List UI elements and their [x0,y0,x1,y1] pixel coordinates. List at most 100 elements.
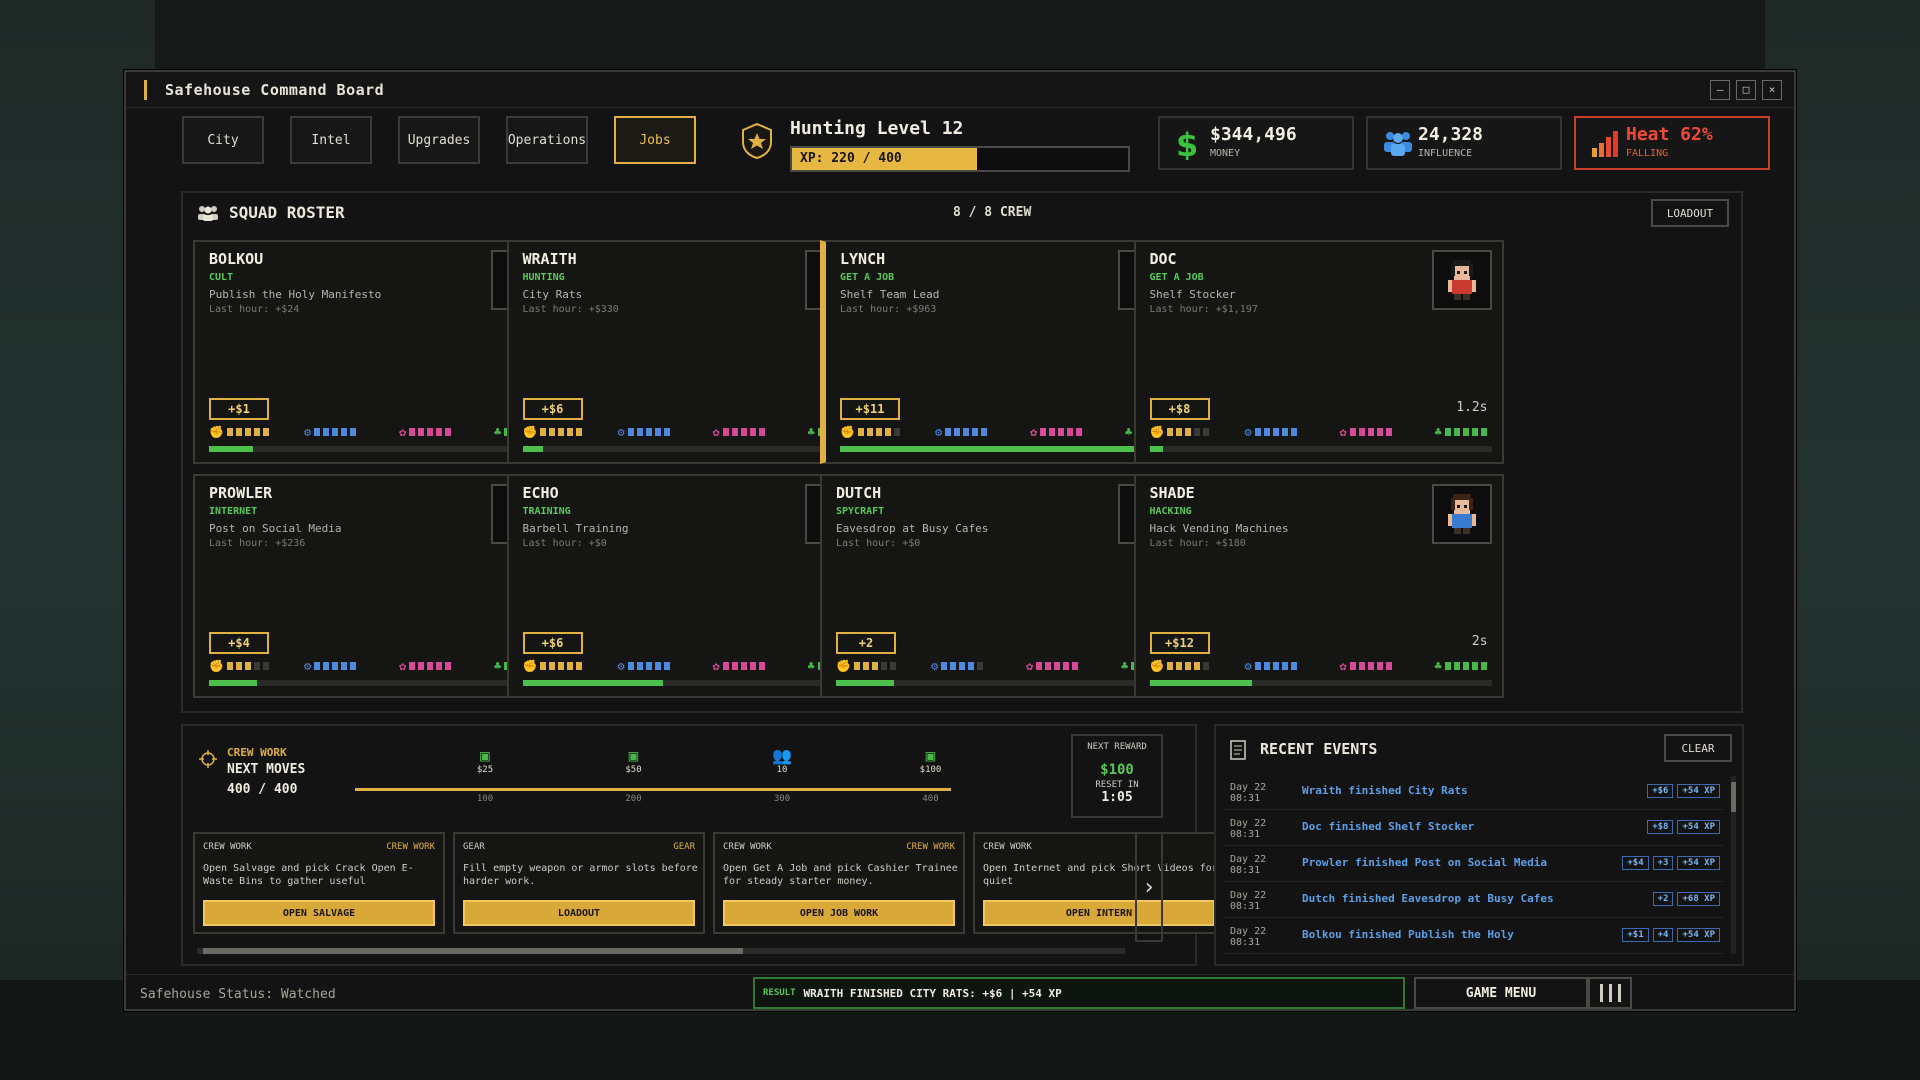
money-label: MONEY [1210,148,1241,159]
event-text: Dutch finished Eavesdrop at Busy Cafes [1302,892,1554,905]
safehouse-status: Safehouse Status: Watched [140,987,336,1002]
attr-tech-icon: ⚙ [304,425,312,439]
attr-pip [627,662,634,670]
work-card-type: CREW WORK [723,842,772,852]
vertical-scrollbar[interactable] [1731,776,1736,954]
crew-progress-fill [209,446,254,452]
attr-pip [1444,428,1451,436]
attr-pip [1054,662,1061,670]
crew-card-shade[interactable]: SHADE HACKING Hack Vending Machines Last ho… [1133,474,1504,698]
tab-operations[interactable]: Operations [506,116,588,164]
crew-portrait [1431,250,1492,310]
crew-attributes: ✊ ⚙ ✿ ♣ [523,660,865,674]
crew-task: Eavesdrop at Busy Cafes [836,522,989,535]
crew-progress-bar [1149,680,1492,686]
attr-luck-icon: ♣ [807,425,815,439]
scrollbar-thumb[interactable] [203,948,743,954]
event-row: Day 22 08:31 Wraith finished City Rats +$6 +… [1224,776,1724,810]
maximize-button[interactable]: □ [1736,79,1756,100]
crew-card-doc[interactable]: DOC GET A JOB Shelf Stocker Last hour: +$1,… [1133,240,1504,464]
close-button[interactable]: × [1762,79,1782,100]
tab-upgrades[interactable]: Upgrades [398,116,480,164]
attr-pip [1471,662,1478,670]
attr-luck-icon: ♣ [807,659,815,673]
event-tag: +54 XP [1677,928,1720,942]
attr-pip [1072,662,1079,670]
game-menu-button[interactable]: GAME MENU [1414,977,1588,1009]
cash-box-icon: ▣ [480,746,490,765]
next-reward-box: NEXT REWARD $100 RESET IN 1:05 [1071,734,1163,818]
work-card-button[interactable]: LOADOUT [463,900,695,926]
milestone-reward: $100 [919,765,942,775]
crew-progress-fill [209,680,257,686]
attr-pip [1358,662,1365,670]
attr-charm: ✿ [713,426,765,438]
attr-pip [341,428,348,436]
crew-attributes: ✊ ⚙ ✿ ♣ [209,426,551,440]
attr-pip [1385,428,1392,436]
attr-pip [332,662,339,670]
attr-charm-icon: ✿ [1030,425,1038,439]
crew-progress-bar [836,680,1178,686]
work-card-button[interactable]: OPEN INTERN [983,900,1215,926]
attr-pip [1272,662,1279,670]
influence-value: 24,328 [1418,124,1484,145]
attr-pip [627,428,634,436]
event-time: Day 22 08:31 [1230,854,1266,876]
scrollbar-thumb[interactable] [1731,782,1736,812]
hunting-level-label: Hunting Level 12 [790,118,964,139]
attr-tech: ⚙ [931,659,984,673]
event-text: Wraith finished City Rats [1302,784,1468,797]
event-clock: 08:31 [1230,793,1261,804]
event-day: Day 22 [1230,926,1267,937]
crew-category: HACKING [1149,506,1192,517]
attr-pip [875,428,882,436]
event-row: Day 22 08:31 Doc finished Shelf Stocker +$8… [1224,812,1724,846]
clear-button[interactable]: CLEAR [1664,734,1732,762]
attr-tech: ⚙ [304,660,357,672]
next-cards-button[interactable]: › [1135,832,1163,942]
work-card-button[interactable]: OPEN JOB WORK [723,900,955,926]
attr-tech-icon: ⚙ [617,659,625,673]
work-card-tag: CREW WORK [386,842,435,852]
attr-str-icon: ✊ [840,425,855,439]
event-row: Day 22 08:31 Dutch finished Eavesdrop at B… [1224,884,1724,918]
attr-pip [1045,662,1052,670]
event-tags: +2 +68 XP [1652,892,1720,906]
attr-pip [740,662,747,670]
people-icon: 👥 [772,746,792,765]
crew-progress-bar [522,446,865,452]
heat-value: Heat 62% [1626,124,1713,145]
crew-timer: 1.2s [1456,400,1488,415]
result-key: RESULT [763,988,796,998]
attr-charm: ✿ [399,660,452,672]
attr-pip [558,428,565,436]
events-title: RECENT EVENTS [1260,740,1378,758]
loadout-button[interactable]: LOADOUT [1651,199,1729,227]
tab-intel[interactable]: Intel [290,116,372,164]
work-card-desc: Fill empty weapon or armor slots before … [463,863,698,887]
attr-pip [1203,428,1210,436]
attr-luck-icon: ♣ [1434,659,1442,673]
attr-pip [314,428,321,436]
attr-pip [731,428,738,436]
minimize-button[interactable]: – [1710,79,1730,100]
work-card: CREW WORK Open Internet and pick Short Vi… [973,832,1225,934]
crew-work-name: NEXT MOVES [227,762,306,777]
menu-bars-button[interactable] [1588,977,1632,1009]
work-card-type: CREW WORK [983,842,1032,852]
event-clock: 08:31 [1230,829,1261,840]
event-row: Day 22 08:31 Bolkou finished Publish the H… [1224,920,1724,954]
work-card-button[interactable]: OPEN SALVAGE [203,900,435,926]
tab-jobs[interactable]: Jobs [614,116,696,164]
tab-city[interactable]: City [182,116,264,164]
attr-pip [436,662,443,670]
attr-str: ✊ [209,426,269,438]
attr-tech-icon: ⚙ [931,659,939,673]
horizontal-scrollbar[interactable] [197,948,1125,954]
crew-category: GET A JOB [1149,272,1204,283]
milestone-1: ▣ $25 100 [455,746,515,804]
crew-gain-badge: +2 [836,632,896,654]
attr-pip [235,428,242,436]
work-card-desc: Open Salvage and pick Crack Open E-Waste… [203,863,414,887]
